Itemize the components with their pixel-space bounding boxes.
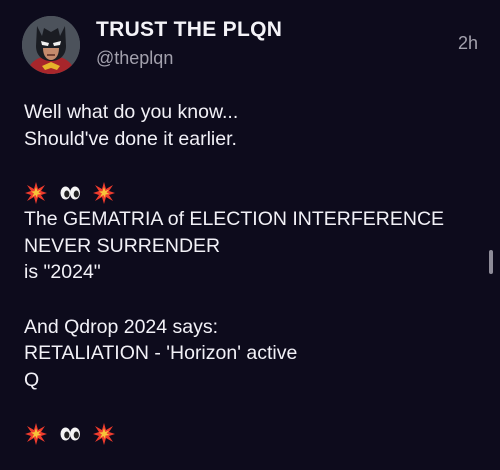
post-timestamp: 2h — [457, 33, 478, 53]
post-line: Q — [24, 368, 40, 391]
collision-emoji-icon — [92, 422, 116, 446]
eyes-emoji-icon — [58, 422, 82, 446]
author-display-name[interactable]: TRUST THE PLQN — [96, 18, 282, 42]
collision-emoji-icon — [24, 422, 48, 446]
post-line: Should've done it earlier. — [24, 127, 237, 150]
author-handle[interactable]: @theplqn — [96, 48, 173, 69]
collision-emoji-icon — [24, 181, 48, 205]
post-card: TRUST THE PLQN @theplqn 2h Well what do … — [0, 0, 500, 470]
post-line: is "2024" — [24, 261, 101, 283]
emoji-row — [24, 180, 484, 206]
post-body: Well what do you know... Should've done … — [24, 99, 484, 447]
eyes-emoji-icon — [58, 181, 82, 205]
post-line: The GEMATRIA of ELECTION INTERFERENCE — [24, 208, 445, 230]
collision-emoji-icon — [92, 181, 116, 205]
post-line: Well what do you know... — [24, 101, 239, 123]
post-line: And Qdrop 2024 says: — [24, 315, 219, 338]
masked-hero-avatar-icon[interactable] — [22, 16, 80, 74]
post-line: RETALIATION - 'Horizon' active — [24, 342, 298, 364]
post-line: NEVER SURRENDER — [24, 234, 221, 257]
scrollbar-thumb[interactable] — [489, 250, 493, 274]
emoji-row — [24, 421, 484, 447]
